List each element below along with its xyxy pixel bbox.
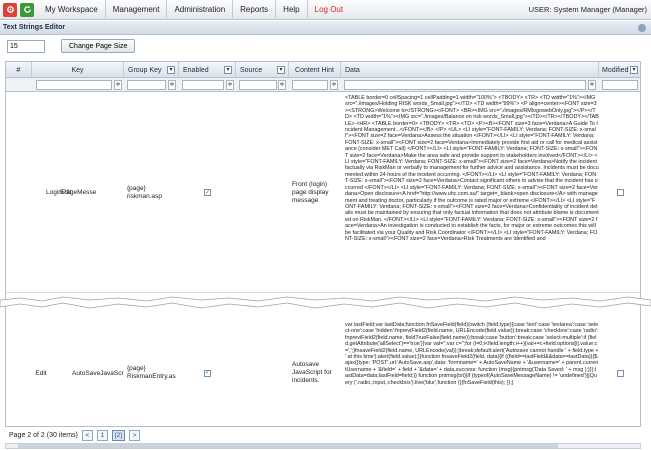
filter-content-hint-input[interactable] xyxy=(292,80,328,90)
settings-icon[interactable] xyxy=(3,2,17,17)
modified-checkbox[interactable] xyxy=(617,369,624,377)
menu-administration[interactable]: Administration xyxy=(167,0,234,20)
filter-key-options-icon[interactable]: ≑ xyxy=(114,80,122,90)
enabled-dropdown-icon[interactable]: ▾ xyxy=(224,66,232,74)
page-size-toolbar: Change Page Size xyxy=(0,36,651,56)
group-key-cell: {page} riskman.asp xyxy=(127,184,163,200)
modified-dropdown-icon[interactable]: ▾ xyxy=(630,66,638,74)
filter-enabled-input[interactable] xyxy=(182,80,224,90)
modified-cell xyxy=(617,93,629,292)
column-header-number[interactable]: # xyxy=(6,62,32,78)
collapse-icon[interactable] xyxy=(638,23,646,32)
filter-content-hint-options-icon[interactable]: ≑ xyxy=(330,80,338,90)
column-header-data[interactable]: Data xyxy=(341,62,599,78)
content-hint-cell: Front (login) page display message xyxy=(292,180,329,204)
refresh-icon[interactable] xyxy=(20,2,34,17)
enabled-checkbox[interactable]: ✓ xyxy=(204,189,211,196)
page-2-current: [2] xyxy=(111,429,126,441)
table-row: Edit AutoSaveJavaScr {page} RiskmanEntry… xyxy=(6,320,640,426)
grid-filter-row: ≑ ≑ ≑ ≑ ≑ ≑ xyxy=(6,78,640,92)
filter-source-options-icon[interactable]: ≑ xyxy=(278,80,286,90)
filter-key-input[interactable] xyxy=(36,80,112,90)
filter-group-key-input[interactable] xyxy=(127,80,166,90)
editor-title-bar: Text Strings Editor xyxy=(0,21,651,35)
filter-modified-input[interactable] xyxy=(602,80,638,90)
menu-bar: My Workspace Management Administration R… xyxy=(0,0,651,20)
horizontal-scrollbar[interactable] xyxy=(5,443,641,449)
enabled-checkbox[interactable]: ✓ xyxy=(204,369,211,377)
grid-header-row: # Key Group Key ▾ Enabled ▾ Source ▾ Con… xyxy=(6,62,640,78)
filter-data-input[interactable] xyxy=(344,80,586,90)
menu-management[interactable]: Management xyxy=(106,0,168,20)
key-cell: LoginPageMesse xyxy=(46,189,97,196)
next-page-button[interactable]: > xyxy=(129,429,141,441)
menu-log-out[interactable]: Log Out xyxy=(308,0,350,20)
filter-data-options-icon[interactable]: ≑ xyxy=(588,80,596,90)
source-cell xyxy=(239,320,287,426)
menu-my-workspace[interactable]: My Workspace xyxy=(38,0,106,20)
filter-group-key-options-icon[interactable]: ≑ xyxy=(168,80,176,90)
enabled-cell: ✓ xyxy=(204,320,216,426)
column-header-content-hint[interactable]: Content Hint xyxy=(289,62,341,78)
group-key-dropdown-icon[interactable]: ▾ xyxy=(167,66,175,74)
content-hint-cell: Autosave JavaScript for incidents. xyxy=(292,361,332,384)
change-page-size-button[interactable]: Change Page Size xyxy=(61,39,136,53)
key-cell: AutoSaveJavaScr xyxy=(72,369,124,377)
editor-title: Text Strings Editor xyxy=(3,24,66,31)
filter-enabled-options-icon[interactable]: ≑ xyxy=(226,80,234,90)
source-cell xyxy=(239,93,287,292)
group-key-cell: {page} RiskmanEntry.as xyxy=(127,365,176,380)
previous-page-button[interactable]: < xyxy=(81,429,93,441)
table-row: Edit LoginPageMesse {page} riskman.asp ✓… xyxy=(6,93,640,293)
data-cell: var lastField;var lastData;function fnSa… xyxy=(345,322,599,386)
data-cell: <TABLE border=0 cellSpacing=1 cellPaddin… xyxy=(345,95,599,242)
pager-summary: Page 2 of 2 (30 items) xyxy=(9,431,78,439)
column-header-key[interactable]: Key xyxy=(32,62,124,78)
modified-cell xyxy=(617,320,629,426)
page-1-link[interactable]: 1 xyxy=(96,429,108,441)
filter-source-input[interactable] xyxy=(239,80,277,90)
modified-checkbox[interactable] xyxy=(617,189,624,196)
current-user-label: USER: System Manager (Manager) xyxy=(528,5,647,14)
edit-link[interactable]: Edit xyxy=(34,320,48,426)
menu-help[interactable]: Help xyxy=(276,0,308,20)
text-strings-grid: # Key Group Key ▾ Enabled ▾ Source ▾ Con… xyxy=(5,61,641,427)
pager: Page 2 of 2 (30 items) < 1 [2] > xyxy=(5,428,641,442)
scrollbar-thumb[interactable] xyxy=(18,444,558,448)
enabled-cell: ✓ xyxy=(204,93,216,292)
page-size-input[interactable] xyxy=(7,39,45,53)
source-dropdown-icon[interactable]: ▾ xyxy=(277,66,285,74)
page-break-divider xyxy=(0,296,651,309)
menu-reports[interactable]: Reports xyxy=(233,0,277,20)
